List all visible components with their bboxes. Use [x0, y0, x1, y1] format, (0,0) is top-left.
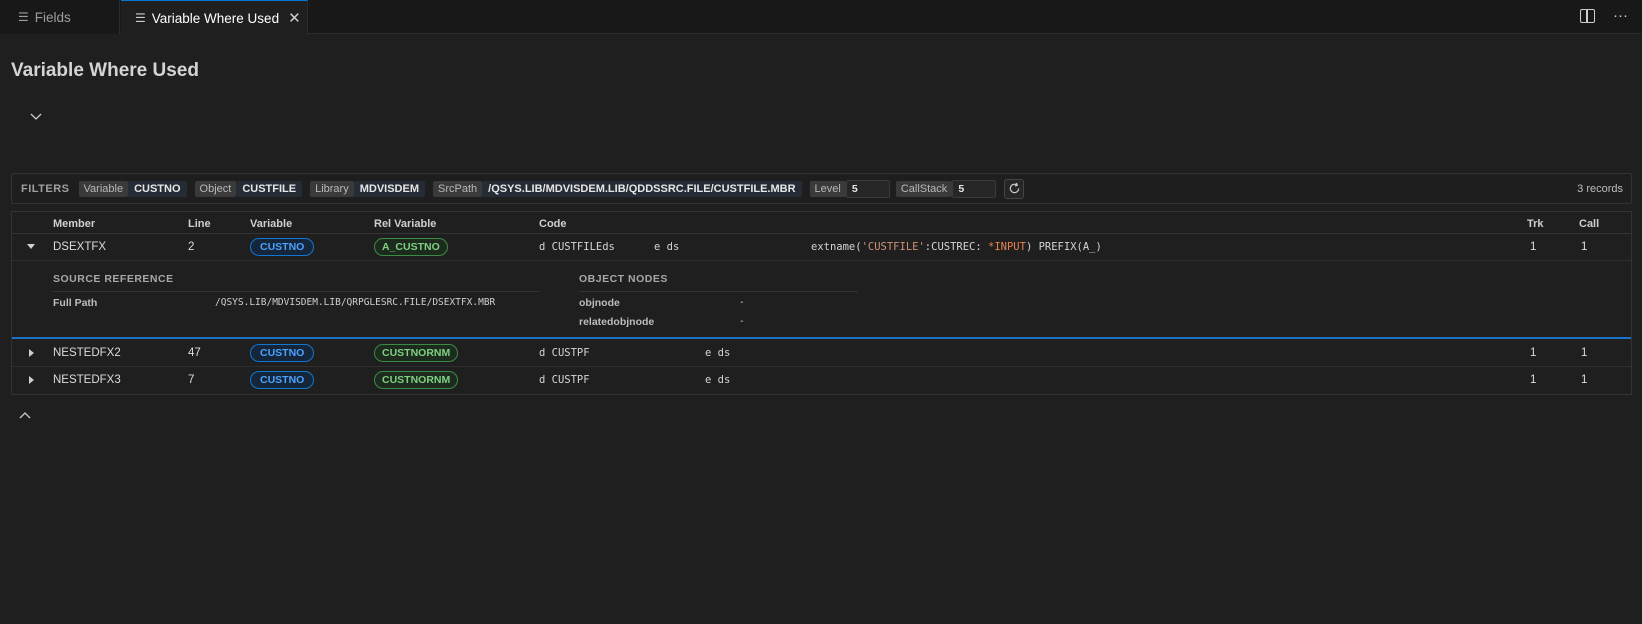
call-cell: 1 [1581, 374, 1588, 386]
trk-cell: 1 [1530, 241, 1537, 253]
table-header: Member Line Variable Rel Variable Code T… [12, 212, 1631, 234]
more-actions-icon[interactable]: ··· [1613, 7, 1628, 24]
table-row[interactable]: DSEXTFX 2 CUSTNO A_CUSTNO d CUSTFILEds e… [12, 234, 1631, 261]
library-filter-key: Library [310, 180, 354, 197]
tab-label: Variable Where Used [151, 10, 280, 26]
full-path-value: /QSYS.LIB/MDVISDEM.LIB/QRPGLESRC.FILE/DS… [215, 297, 496, 308]
code-cell-a: d CUSTFILEds [539, 241, 615, 253]
relatedobjnode-label: relatedobjnode [579, 316, 655, 328]
code-cell-c: extname('CUSTFILE':CUSTREC: *INPUT) PREF… [811, 241, 1102, 253]
call-cell: 1 [1581, 347, 1588, 359]
member-cell: DSEXTFX [53, 241, 107, 253]
rel-variable-pill[interactable]: A_CUSTNO [374, 238, 448, 256]
call-cell: 1 [1581, 241, 1588, 253]
table-row[interactable]: NESTEDFX2 47 CUSTNO CUSTNORNM d CUSTPF e… [12, 340, 1631, 367]
level-input[interactable]: 5 [845, 179, 890, 198]
column-header-call[interactable]: Call [1579, 218, 1599, 230]
collapse-caret-icon[interactable] [27, 244, 35, 249]
column-header-line[interactable]: Line [188, 218, 211, 230]
refresh-button[interactable] [1004, 178, 1025, 199]
library-filter-value[interactable]: MDVISDEM [353, 180, 425, 197]
object-filter-key: Object [194, 180, 237, 197]
expand-caret-icon[interactable] [29, 376, 34, 384]
chevron-up-icon[interactable] [19, 410, 31, 422]
variable-pill[interactable]: CUSTNO [250, 371, 315, 389]
code-cell-a: d CUSTPF [539, 374, 590, 386]
line-cell: 7 [188, 374, 195, 386]
variable-pill[interactable]: CUSTNO [250, 344, 315, 362]
code-cell-a: d CUSTPF [539, 347, 590, 359]
rel-variable-pill[interactable]: CUSTNORNM [374, 344, 459, 362]
column-header-variable[interactable]: Variable [250, 218, 292, 230]
list-icon: ☰ [18, 10, 29, 24]
full-path-label: Full Path [53, 297, 98, 309]
column-header-code[interactable]: Code [539, 218, 567, 230]
srcpath-filter-value[interactable]: /QSYS.LIB/MDVISDEM.LIB/QDDSSRC.FILE/CUST… [482, 180, 802, 197]
expand-caret-icon[interactable] [29, 349, 34, 357]
results-table: Member Line Variable Rel Variable Code T… [11, 211, 1632, 395]
records-count: 3 records [1577, 183, 1623, 195]
object-filter-value[interactable]: CUSTFILE [236, 180, 303, 197]
table-row[interactable]: NESTEDFX3 7 CUSTNO CUSTNORNM d CUSTPF e … [12, 367, 1631, 394]
variable-pill[interactable]: CUSTNO [250, 238, 315, 256]
row-detail-panel: SOURCE REFERENCE Full Path /QSYS.LIB/MDV… [12, 262, 1631, 339]
close-icon[interactable]: ✕ [288, 9, 301, 27]
code-cell-b: e ds [705, 347, 731, 359]
list-icon: ☰ [135, 11, 146, 25]
callstack-input[interactable]: 5 [952, 179, 997, 198]
srcpath-filter-key: SrcPath [433, 180, 483, 197]
variable-filter-key: Variable [78, 180, 129, 197]
filters-label: FILTERS [21, 182, 70, 195]
trk-cell: 1 [1530, 374, 1537, 386]
callstack-filter-key: CallStack [895, 180, 953, 197]
refresh-icon [1009, 182, 1020, 194]
objnode-value: - [739, 297, 745, 308]
line-cell: 47 [188, 347, 201, 359]
rel-variable-pill[interactable]: CUSTNORNM [374, 371, 459, 389]
column-header-trk[interactable]: Trk [1527, 218, 1544, 230]
line-cell: 2 [188, 241, 195, 253]
object-nodes-title: OBJECT NODES [579, 273, 668, 285]
code-cell-b: e ds [705, 374, 731, 386]
tab-variable-where-used[interactable]: ☰ Variable Where Used ✕ [121, 0, 308, 35]
member-cell: NESTEDFX2 [53, 347, 121, 359]
trk-cell: 1 [1530, 347, 1537, 359]
variable-filter-value[interactable]: CUSTNO [128, 180, 187, 197]
objnode-label: objnode [579, 297, 620, 309]
source-reference-title: SOURCE REFERENCE [53, 273, 174, 285]
tab-bar: ☰ Fields ☰ Variable Where Used ✕ ··· [0, 0, 1642, 35]
filter-bar: FILTERS Variable CUSTNO Object CUSTFILE … [11, 173, 1632, 204]
column-header-rel-variable[interactable]: Rel Variable [374, 218, 436, 230]
page-title: Variable Where Used [11, 60, 199, 81]
tab-label: Fields [34, 9, 71, 25]
member-cell: NESTEDFX3 [53, 374, 121, 386]
split-editor-icon[interactable] [1580, 9, 1595, 23]
tab-fields[interactable]: ☰ Fields [0, 0, 120, 34]
code-cell-b: e ds [654, 241, 680, 253]
relatedobjnode-value: - [739, 316, 745, 327]
column-header-member[interactable]: Member [53, 218, 95, 230]
level-filter-key: Level [809, 180, 846, 197]
chevron-down-icon[interactable] [30, 110, 42, 122]
